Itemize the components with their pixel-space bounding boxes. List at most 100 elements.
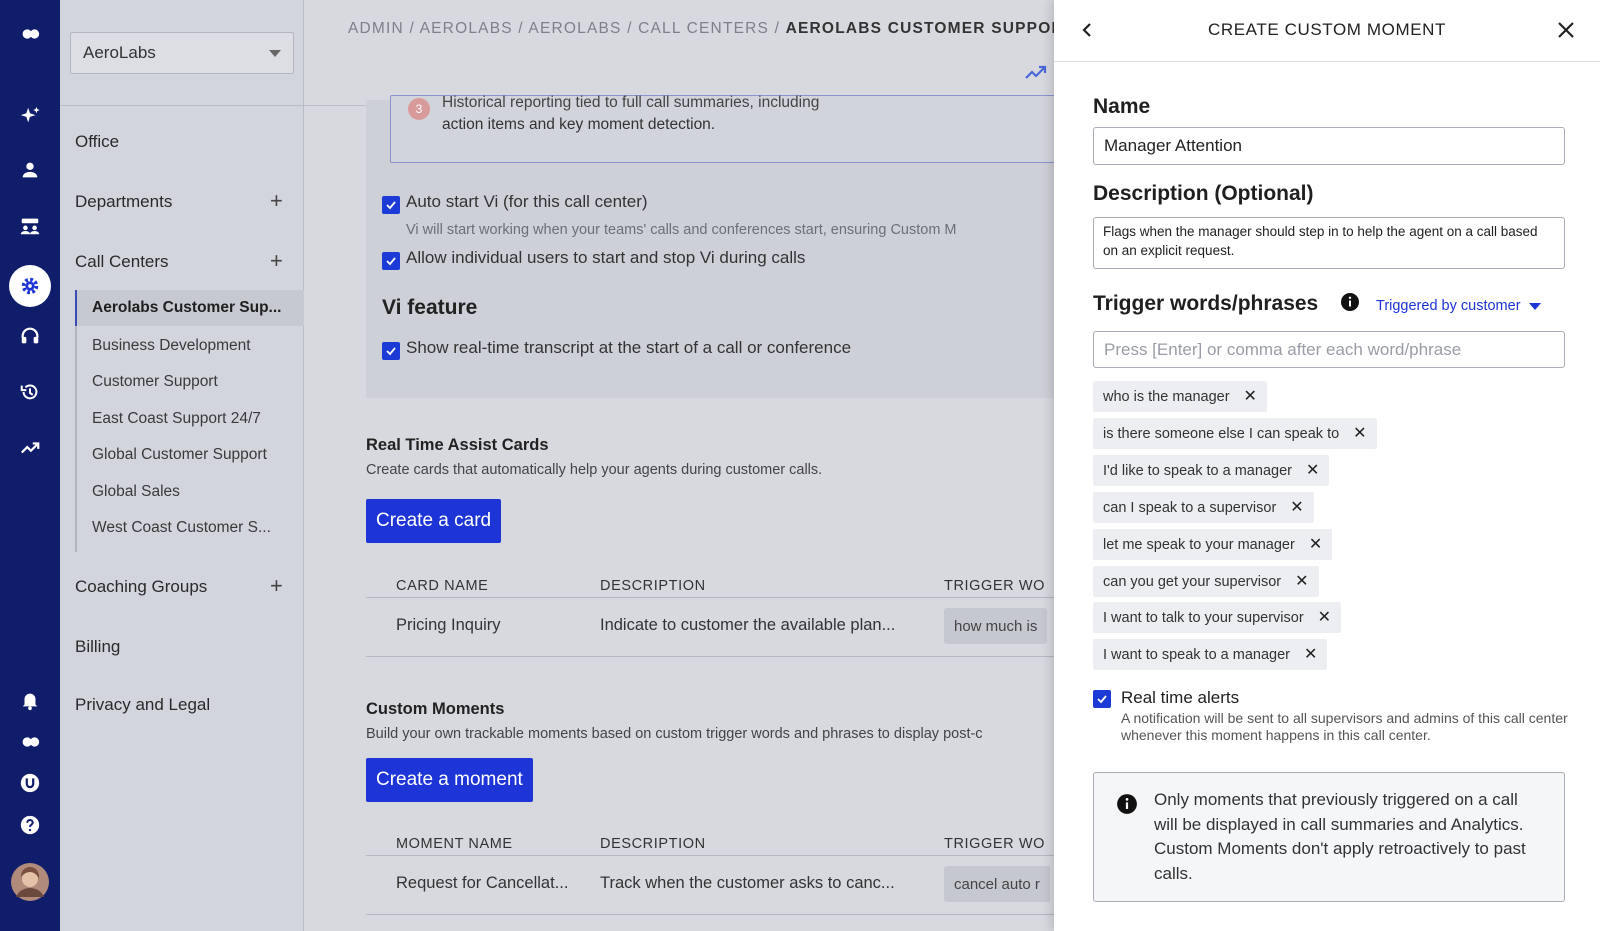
add-call-center-icon[interactable]: + — [270, 250, 283, 272]
u-icon[interactable] — [0, 763, 60, 803]
headset-icon[interactable] — [0, 316, 60, 356]
sidebar-item-call-center[interactable]: Business Development — [75, 328, 304, 364]
org-selector[interactable]: AeroLabs — [70, 32, 294, 74]
rta-desc: Create cards that automatically help you… — [366, 462, 823, 478]
trigger-tag: I want to speak to a manager ✕ — [1093, 639, 1328, 670]
trigger-tag: can you get your supervisor ✕ — [1093, 566, 1319, 597]
name-label: Name — [1093, 95, 1151, 118]
sidebar-item-call-centers[interactable]: Call Centers — [75, 252, 169, 272]
trigger-tag-text: who is the manager — [1103, 388, 1230, 405]
sidebar-item-privacy[interactable]: Privacy and Legal — [75, 695, 210, 715]
sidebar-item-call-center[interactable]: West Coast Customer S... — [75, 510, 304, 546]
name-input[interactable] — [1093, 127, 1565, 165]
trigger-input[interactable] — [1093, 331, 1565, 368]
create-card-button[interactable]: Create a card — [366, 499, 502, 543]
remove-tag-icon[interactable]: ✕ — [1295, 573, 1308, 589]
trigger-tag-text: can you get your supervisor — [1103, 573, 1282, 590]
trigger-tag: who is the manager ✕ — [1093, 381, 1267, 412]
history-icon[interactable] — [0, 372, 60, 412]
trigger-tag-text: I'd like to speak to a manager — [1103, 462, 1292, 479]
trend-icon[interactable] — [0, 428, 60, 468]
trigger-tag-text: can I speak to a supervisor — [1103, 499, 1277, 516]
transcript-checkbox[interactable] — [382, 342, 400, 360]
gear-icon[interactable] — [0, 266, 60, 306]
allow-users-checkbox[interactable] — [382, 252, 400, 270]
divider — [366, 855, 1054, 856]
divider — [60, 105, 304, 106]
trigger-source-dropdown[interactable]: Triggered by customer — [1376, 298, 1541, 314]
breadcrumb-path[interactable]: ADMIN / AEROLABS / AEROLABS / CALL CENTE… — [348, 20, 786, 37]
divider — [366, 597, 1054, 598]
remove-tag-icon[interactable]: ✕ — [1318, 609, 1331, 625]
vi-feature-heading: Vi feature — [382, 296, 478, 319]
brand-icon[interactable] — [0, 722, 60, 762]
left-rail — [0, 0, 60, 931]
breadcrumb: ADMIN / AEROLABS / AEROLABS / CALL CENTE… — [348, 20, 1054, 38]
logo-icon[interactable] — [0, 14, 60, 54]
cards-col-trigger: TRIGGER WO — [944, 578, 1046, 594]
close-icon[interactable] — [1554, 18, 1578, 47]
bell-icon[interactable] — [0, 680, 60, 720]
sidebar-item-billing[interactable]: Billing — [75, 637, 120, 657]
avatar[interactable] — [0, 862, 60, 902]
trigger-tag: I'd like to speak to a manager ✕ — [1093, 455, 1330, 486]
card-name-cell[interactable]: Pricing Inquiry — [396, 616, 501, 635]
sidebar-item-call-center[interactable]: Customer Support — [75, 364, 304, 400]
help-icon[interactable] — [0, 805, 60, 845]
rta-title: Real Time Assist Cards — [366, 436, 549, 454]
remove-tag-icon[interactable]: ✕ — [1244, 388, 1257, 404]
sidebar-item-departments[interactable]: Departments — [75, 192, 172, 212]
moments-col-trigger: TRIGGER WO — [944, 836, 1046, 852]
sidebar-item-call-center[interactable]: East Coast Support 24/7 — [75, 401, 304, 437]
divider — [366, 914, 1054, 915]
realtime-alerts-desc: A notification will be sent to all super… — [1121, 710, 1568, 743]
active-submenu-marker — [75, 290, 77, 326]
step-badge: 3 — [408, 98, 430, 120]
add-coaching-group-icon[interactable]: + — [270, 575, 283, 597]
add-department-icon[interactable]: + — [270, 190, 283, 212]
sidebar: AeroLabs Office Departments + Call Cente… — [60, 0, 304, 931]
analytics-trend-icon[interactable] — [1024, 62, 1048, 87]
historical-text-2: action items and key moment detection. — [442, 116, 716, 133]
team-icon[interactable] — [0, 206, 60, 246]
card-trigger-chip: how much is — [944, 608, 1048, 644]
info-icon — [1116, 793, 1138, 820]
trigger-tag: is there someone else I can speak to ✕ — [1093, 418, 1377, 449]
divider — [366, 656, 1054, 657]
sparkle-icon[interactable] — [0, 96, 60, 136]
sidebar-item-call-center[interactable]: Global Sales — [75, 474, 304, 510]
description-label: Description (Optional) — [1093, 182, 1314, 205]
auto-start-label: Auto start Vi (for this call center) — [406, 192, 648, 211]
chevron-down-icon — [269, 49, 281, 57]
trigger-tag: can I speak to a supervisor ✕ — [1093, 492, 1314, 523]
description-textarea[interactable]: Flags when the manager should step in to… — [1093, 217, 1565, 269]
trigger-tag-text: is there someone else I can speak to — [1103, 425, 1340, 442]
realtime-alerts-checkbox[interactable] — [1093, 690, 1111, 708]
custom-moments-title: Custom Moments — [366, 700, 505, 718]
trigger-tag-text: I want to speak to a manager — [1103, 646, 1290, 663]
sidebar-item-coaching-groups[interactable]: Coaching Groups — [75, 577, 207, 597]
user-icon[interactable] — [0, 150, 60, 190]
panel-title: CREATE CUSTOM MOMENT — [1207, 20, 1447, 39]
cards-col-desc: DESCRIPTION — [600, 578, 706, 594]
remove-tag-icon[interactable]: ✕ — [1306, 462, 1319, 478]
chevron-down-icon — [1528, 302, 1541, 310]
remove-tag-icon[interactable]: ✕ — [1309, 536, 1322, 552]
trigger-tag: let me speak to your manager ✕ — [1093, 529, 1333, 560]
remove-tag-icon[interactable]: ✕ — [1304, 646, 1317, 662]
historical-text-1: Historical reporting tied to full call s… — [442, 94, 820, 111]
create-moment-button[interactable]: Create a moment — [366, 758, 533, 802]
trigger-tag-text: I want to talk to your supervisor — [1103, 609, 1304, 626]
cards-col-name: CARD NAME — [396, 578, 489, 594]
info-icon[interactable] — [1340, 292, 1360, 317]
remove-tag-icon[interactable]: ✕ — [1290, 499, 1303, 515]
moment-name-cell[interactable]: Request for Cancellat... — [396, 874, 568, 893]
remove-tag-icon[interactable]: ✕ — [1353, 425, 1366, 441]
moment-trigger-chip: cancel auto r — [944, 866, 1050, 902]
sidebar-item-call-center[interactable]: Aerolabs Customer Sup... — [75, 290, 304, 326]
allow-users-label: Allow individual users to start and stop… — [406, 248, 806, 267]
auto-start-checkbox[interactable] — [382, 196, 400, 214]
sidebar-item-office[interactable]: Office — [75, 132, 119, 152]
auto-start-desc: Vi will start working when your teams' c… — [406, 222, 957, 238]
sidebar-item-call-center[interactable]: Global Customer Support — [75, 437, 304, 473]
